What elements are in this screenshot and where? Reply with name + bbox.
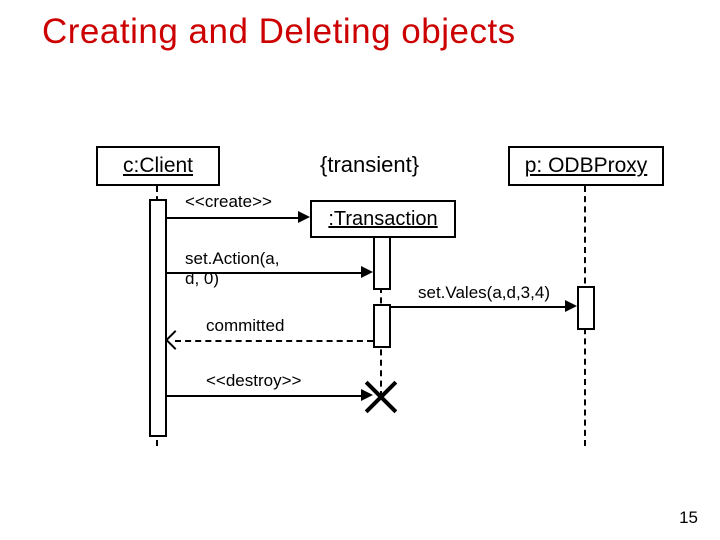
msg-destroy: <<destroy>> <box>206 371 301 391</box>
msg-committed: committed <box>206 316 284 336</box>
destroy-x-icon <box>364 380 398 414</box>
page-number: 15 <box>679 508 698 528</box>
arrowhead-setaction <box>361 266 373 278</box>
arrowhead-setvales <box>565 300 577 312</box>
arrow-committed <box>175 340 373 342</box>
participant-transaction: :Transaction <box>310 200 456 238</box>
arrowhead-committed <box>165 330 185 350</box>
arrow-setvales <box>389 306 565 308</box>
msg-create: <<create>> <box>185 192 272 212</box>
page-title: Creating and Deleting objects <box>42 12 516 52</box>
arrow-create <box>165 217 298 219</box>
activation-client <box>149 199 167 437</box>
activation-transaction-1 <box>373 236 391 290</box>
constraint-transient: {transient} <box>320 152 419 178</box>
activation-transaction-2 <box>373 304 391 348</box>
msg-setvales: set.Vales(a,d,3,4) <box>418 283 550 303</box>
arrowhead-create <box>298 211 310 223</box>
activation-proxy <box>577 286 595 330</box>
participant-proxy: p: ODBProxy <box>508 146 664 186</box>
participant-client: c:Client <box>96 146 220 186</box>
msg-setaction: set.Action(a, d, 0) <box>185 249 280 289</box>
arrow-destroy <box>165 395 361 397</box>
